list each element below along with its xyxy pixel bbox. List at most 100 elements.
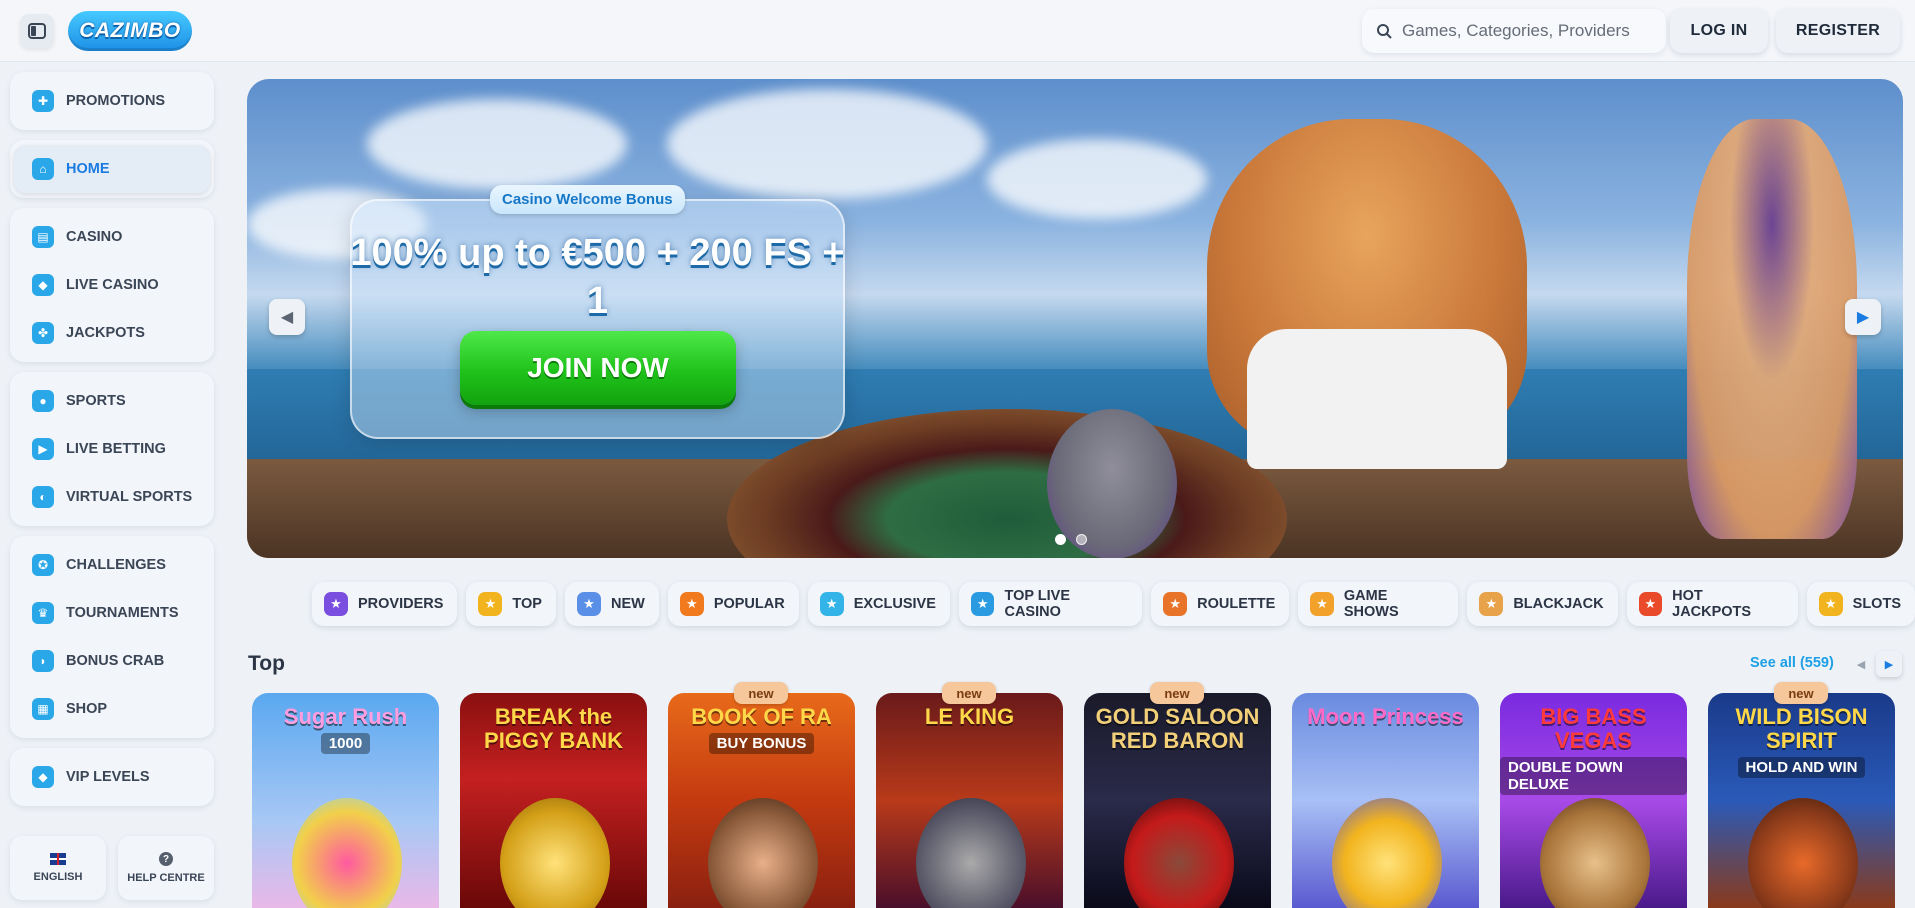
sidebar-item-bonus-crab[interactable]: ◗ BONUS CRAB (14, 637, 210, 685)
sidebar-item-challenges[interactable]: ✪ CHALLENGES (14, 541, 210, 589)
category-slots[interactable]: ★ SLOTS (1806, 582, 1915, 626)
category-icon: ★ (1818, 592, 1843, 616)
category-icon: ★ (576, 592, 601, 616)
game-title: BIG BASS VEGAS (1540, 704, 1647, 753)
game-tile[interactable]: Sugar Rush 1000 (252, 693, 439, 908)
sidebar-item-virtual-sports[interactable]: ◐ VIRTUAL SPORTS (14, 473, 210, 521)
game-artwork (500, 798, 610, 908)
game-tile[interactable]: new LE KING (876, 682, 1063, 908)
game-subtitle: DOUBLE DOWN DELUXE (1500, 757, 1687, 795)
pagination-dot[interactable] (1076, 534, 1087, 545)
game-subtitle: HOLD AND WIN (1737, 757, 1866, 778)
category-bar: ★ PROVIDERS ★ TOP ★ NEW ★ POPULAR ★ EXCLUSIVE ★ TOP… (312, 582, 1915, 626)
game-title: WILD BISON SPIRIT (1735, 704, 1868, 753)
sidebar-item-label: SPORTS (66, 393, 126, 409)
category-label: POPULAR (713, 596, 785, 612)
hero-next-button[interactable]: ▶ (1845, 299, 1881, 335)
category-icon: ★ (1163, 592, 1188, 616)
category-top[interactable]: ★ TOP (466, 582, 556, 626)
category-label: EXCLUSIVE (853, 596, 936, 612)
category-label: SLOTS (1852, 596, 1901, 612)
top-header: CAZIMBO LOG IN REGISTER (0, 0, 1915, 62)
language-button[interactable]: ENGLISH (10, 836, 106, 900)
sidebar-item-label: VIP LEVELS (66, 769, 150, 785)
clover-icon: ✤ (32, 322, 54, 344)
game-thumbnail: BOOK OF RA BUY BONUS (668, 693, 855, 908)
sidebar-item-label: HOME (66, 161, 110, 177)
sidebar-item-tournaments[interactable]: ♛ TOURNAMENTS (14, 589, 210, 637)
game-thumbnail: BIG BASS VEGAS DOUBLE DOWN DELUXE (1500, 693, 1687, 908)
search-input[interactable] (1402, 21, 1652, 41)
sidebar-group: ✪ CHALLENGES ♛ TOURNAMENTS ◗ BONUS CRAB ▦ SHOP (10, 536, 214, 738)
category-exclusive[interactable]: ★ EXCLUSIVE (807, 582, 950, 626)
help-label: HELP CENTRE (127, 872, 205, 884)
sidebar-item-vip-levels[interactable]: ◆ VIP LEVELS (14, 753, 210, 801)
sidebar-item-label: LIVE BETTING (66, 441, 166, 457)
brand-logo[interactable]: CAZIMBO (68, 11, 192, 51)
game-title: BOOK OF RA (691, 704, 832, 729)
shop-icon: ▦ (32, 698, 54, 720)
help-icon: ? (159, 852, 173, 866)
game-tile[interactable]: new BOOK OF RA BUY BONUS (668, 682, 855, 908)
sidebar-item-home[interactable]: ⌂ HOME (14, 145, 210, 193)
login-button[interactable]: LOG IN (1670, 9, 1768, 53)
category-label: GAME SHOWS (1343, 588, 1399, 620)
sidebar-item-promotions[interactable]: ✚ PROMOTIONS (14, 77, 210, 125)
pagination-dot[interactable] (1055, 534, 1066, 545)
help-centre-button[interactable]: ? HELP CENTRE (118, 836, 214, 900)
sidebar-toggle-icon (28, 23, 46, 39)
category-hot-jackpots[interactable]: ★ HOT JACKPOTS (1626, 582, 1798, 626)
sidebar-item-casino[interactable]: ▤ CASINO (14, 213, 210, 261)
cloud-shape (667, 89, 987, 199)
slot-machine-icon: ▤ (32, 226, 54, 248)
see-all-link[interactable]: See all (559) (1750, 655, 1834, 671)
game-title: LE KING (924, 704, 1015, 729)
game-artwork (916, 798, 1026, 908)
category-blackjack[interactable]: ★ BLACKJACK (1467, 582, 1618, 626)
gift-icon: ✚ (32, 90, 54, 112)
join-now-button[interactable]: JOIN NOW (460, 331, 736, 405)
sidebar-toggle-button[interactable] (20, 14, 54, 48)
sidebar-item-label: PROMOTIONS (66, 93, 166, 109)
game-tile[interactable]: new GOLD SALOON RED BARON (1084, 682, 1271, 908)
category-icon: ★ (1479, 592, 1504, 616)
game-thumbnail: LE KING (876, 693, 1063, 908)
arrow-left-icon: ◀ (1856, 658, 1866, 671)
carousel-next-button[interactable]: ▶ (1876, 651, 1902, 677)
category-new[interactable]: ★ NEW (564, 582, 659, 626)
promo-tag: Casino Welcome Bonus (490, 185, 685, 214)
sidebar-item-sports[interactable]: ● SPORTS (14, 377, 210, 425)
category-icon: ★ (679, 592, 704, 616)
hero-prev-button[interactable]: ◀ (269, 299, 305, 335)
game-subtitle: 1000 (320, 733, 371, 754)
category-top-live-casino[interactable]: ★ TOP LIVE CASINO (958, 582, 1143, 626)
sidebar-item-jackpots[interactable]: ✤ JACKPOTS (14, 309, 210, 357)
register-button[interactable]: REGISTER (1776, 9, 1900, 53)
carousel-prev-button[interactable]: ◀ (1848, 651, 1874, 677)
category-game-shows[interactable]: ★ GAME SHOWS (1298, 582, 1459, 626)
game-thumbnail: Sugar Rush 1000 (252, 693, 439, 908)
search-box[interactable] (1362, 9, 1666, 53)
game-subtitle: BUY BONUS (708, 733, 815, 754)
category-label: TOP (512, 596, 542, 612)
category-label: HOT JACKPOTS (1672, 588, 1752, 620)
sidebar-group: ▤ CASINO ◆ LIVE CASINO ✤ JACKPOTS (10, 208, 214, 362)
sidebar-item-shop[interactable]: ▦ SHOP (14, 685, 210, 733)
game-artwork (1540, 798, 1650, 908)
game-tile[interactable]: BIG BASS VEGAS DOUBLE DOWN DELUXE (1500, 693, 1687, 908)
game-tile[interactable]: BREAK the PIGGY BANK (460, 693, 647, 908)
sidebar: ✚ PROMOTIONS ⌂ HOME ▤ CASINO ◆ LIVE CASINO ✤ JACK… (10, 72, 214, 816)
hero-banner[interactable]: Casino Welcome Bonus 100% up to €500 + 2… (247, 79, 1903, 558)
game-tile[interactable]: new WILD BISON SPIRIT HOLD AND WIN (1708, 682, 1895, 908)
sidebar-item-live-betting[interactable]: ▶ LIVE BETTING (14, 425, 210, 473)
category-label: TOP LIVE CASINO (1004, 588, 1071, 620)
sidebar-item-label: JACKPOTS (66, 325, 145, 341)
category-label: PROVIDERS (358, 596, 444, 612)
diamond-icon: ◆ (32, 766, 54, 788)
category-providers[interactable]: ★ PROVIDERS (312, 582, 458, 626)
game-tile[interactable]: Moon Princess (1292, 693, 1479, 908)
category-popular[interactable]: ★ POPULAR (667, 582, 799, 626)
sidebar-item-label: BONUS CRAB (66, 653, 165, 669)
sidebar-item-live-casino[interactable]: ◆ LIVE CASINO (14, 261, 210, 309)
category-roulette[interactable]: ★ ROULETTE (1151, 582, 1290, 626)
